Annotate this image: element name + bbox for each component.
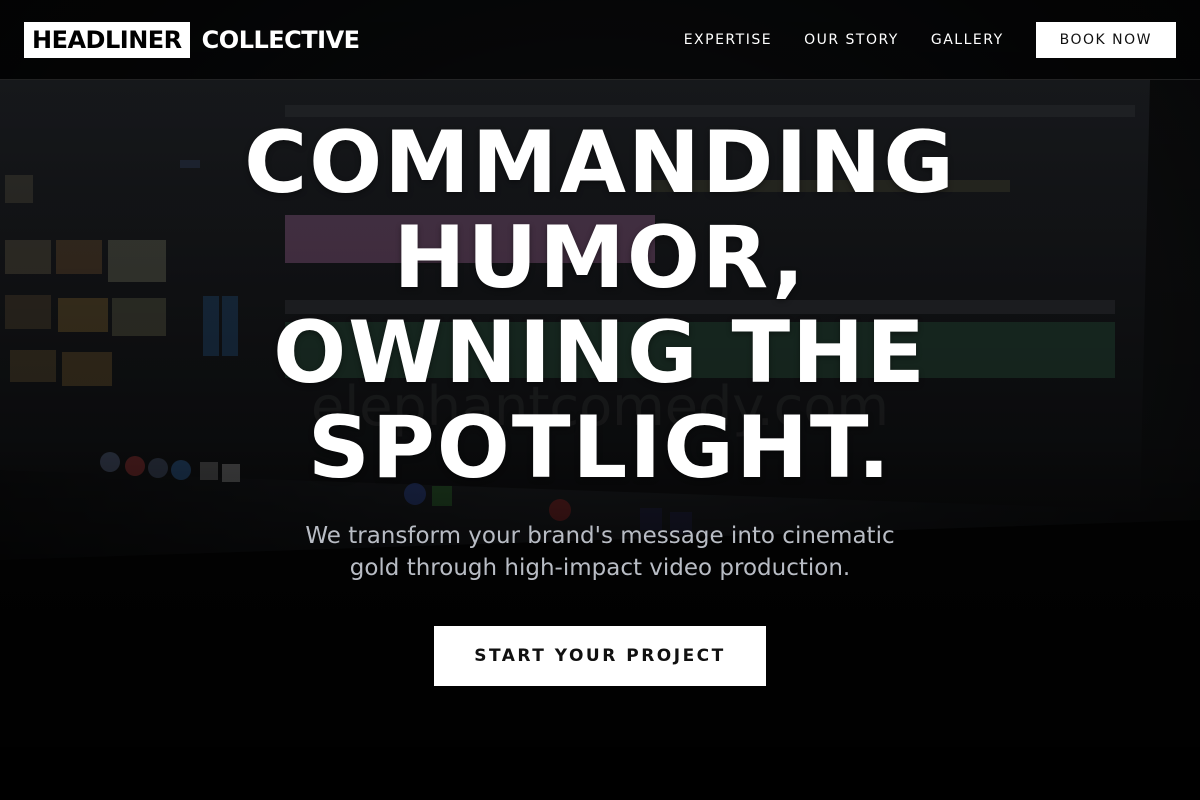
nav-link-our-story[interactable]: OUR STORY bbox=[804, 32, 899, 48]
hero-section: elephantcomedy.com HEADLINER COLLECTIVE … bbox=[0, 0, 1200, 800]
main-nav: EXPERTISE OUR STORY GALLERY BOOK NOW bbox=[684, 22, 1176, 58]
hero-headline: COMMANDING HUMOR, OWNING THE SPOTLIGHT. bbox=[150, 116, 1050, 496]
book-now-button[interactable]: BOOK NOW bbox=[1035, 22, 1176, 58]
logo-box-text: HEADLINER bbox=[24, 22, 190, 58]
headline-line-2: HUMOR, bbox=[393, 208, 807, 308]
headline-line-4: SPOTLIGHT. bbox=[307, 398, 893, 498]
site-header: HEADLINER COLLECTIVE EXPERTISE OUR STORY… bbox=[0, 0, 1200, 80]
logo[interactable]: HEADLINER COLLECTIVE bbox=[24, 22, 360, 58]
hero-subheading: We transform your brand's message into c… bbox=[305, 523, 895, 581]
nav-link-expertise[interactable]: EXPERTISE bbox=[684, 32, 772, 48]
nav-link-gallery[interactable]: GALLERY bbox=[931, 32, 1004, 48]
headline-line-3: OWNING THE bbox=[273, 303, 927, 403]
hero-content: COMMANDING HUMOR, OWNING THE SPOTLIGHT. … bbox=[0, 116, 1200, 686]
start-your-project-button[interactable]: START YOUR PROJECT bbox=[434, 626, 766, 686]
logo-rest-text: COLLECTIVE bbox=[201, 26, 360, 54]
headline-line-1: COMMANDING bbox=[244, 113, 956, 213]
